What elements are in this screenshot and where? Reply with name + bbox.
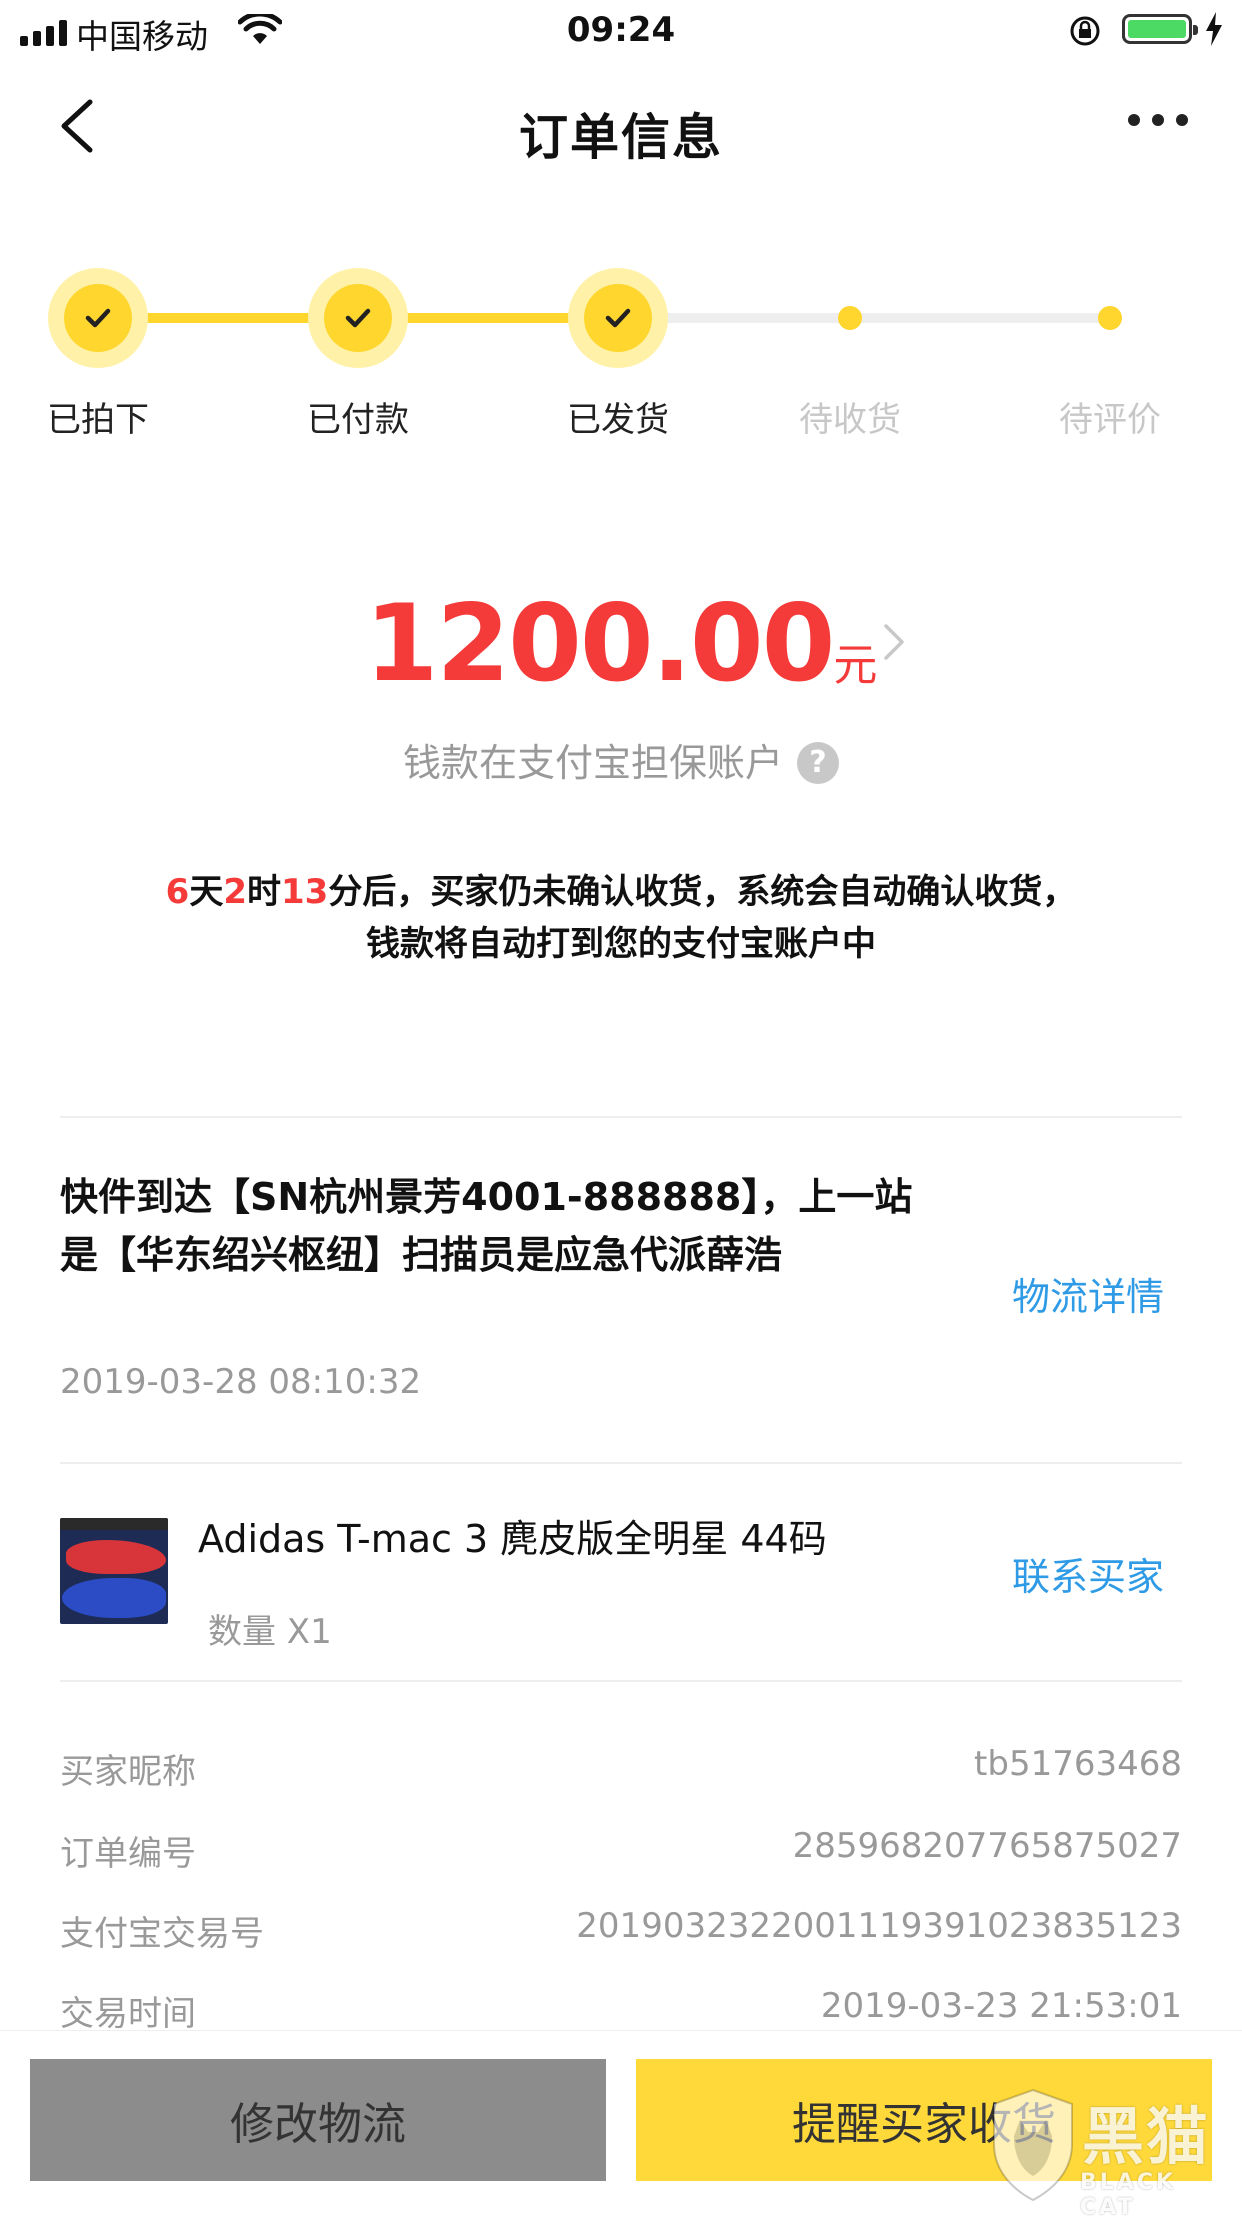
- cat-shield-icon: [993, 2088, 1073, 2202]
- step-label-paid: 已付款: [307, 400, 409, 440]
- step-1-check-icon: [48, 268, 148, 368]
- countdown-hours: 2: [223, 872, 247, 912]
- divider: [60, 1116, 1182, 1118]
- countdown-line-2: 钱款将自动打到您的支付宝账户中: [366, 924, 876, 964]
- order-progress-steps: 已拍下 已付款 已发货 待收货 待评价: [0, 262, 1242, 462]
- clock-time: 09:24: [566, 10, 676, 50]
- page-title: 订单信息: [518, 109, 723, 166]
- status-bar: 中国移动 09:24: [0, 0, 1242, 62]
- info-key: 支付宝交易号: [60, 1914, 264, 1954]
- escrow-note: 钱款在支付宝担保账户?: [0, 732, 1242, 787]
- escrow-note-text: 钱款在支付宝担保账户: [402, 741, 783, 785]
- auto-confirm-countdown: 6天2时13分后，买家仍未确认收货，系统会自动确认收货， 钱款将自动打到您的支付…: [0, 866, 1242, 970]
- nav-bar: 订单信息: [0, 62, 1242, 192]
- modify-logistics-button[interactable]: 修改物流: [30, 2059, 606, 2181]
- step-3-check-icon: [568, 268, 668, 368]
- watermark-subtext: BLACK CAT: [1080, 2170, 1177, 2220]
- info-key: 订单编号: [60, 1834, 196, 1874]
- step-5-dot: [1098, 306, 1122, 330]
- countdown-days: 6: [165, 872, 190, 912]
- watermark-logo: 黑猫 BLACK CAT: [990, 2086, 1230, 2220]
- step-label-ordered: 已拍下: [47, 400, 149, 440]
- countdown-rest: 分后，买家仍未确认收货，系统会自动确认收货，: [328, 872, 1077, 912]
- info-value: 285968207765875027: [792, 1826, 1182, 1866]
- amount-unit: 元: [833, 640, 878, 691]
- divider: [60, 1462, 1182, 1464]
- info-key: 交易时间: [60, 1994, 196, 2034]
- logistics-status-text: 快件到达【SN杭州景芳4001-888888】，上一站是【华东绍兴枢纽】扫描员是…: [60, 1175, 913, 1277]
- step-4-dot: [838, 306, 862, 330]
- countdown-days-unit: 天: [189, 872, 224, 912]
- info-key: 买家昵称: [60, 1752, 196, 1792]
- countdown-hours-unit: 时: [247, 872, 281, 912]
- info-value: 2019-03-23 21:53:01: [820, 1986, 1182, 2026]
- watermark-text: 黑猫: [1082, 2100, 1211, 2173]
- battery-icon: [1122, 14, 1198, 44]
- info-value: tb51763468: [974, 1744, 1182, 1784]
- product-name[interactable]: Adidas T-mac 3 麂皮版全明星 44码: [198, 1508, 827, 1563]
- step-2-check-icon: [308, 268, 408, 368]
- step-label-shipped: 已发货: [567, 400, 669, 440]
- info-value: 2019032322001119391023835123: [576, 1906, 1182, 1946]
- logistics-detail-link[interactable]: 物流详情: [1012, 1266, 1164, 1321]
- help-icon[interactable]: ?: [797, 742, 839, 784]
- amount-value: 1200.00: [364, 582, 836, 705]
- contact-buyer-link[interactable]: 联系买家: [1012, 1546, 1164, 1601]
- logistics-timestamp: 2019-03-28 08:10:32: [60, 1362, 422, 1402]
- order-amount[interactable]: 1200.00元: [0, 582, 1242, 705]
- product-thumbnail[interactable]: [60, 1518, 168, 1624]
- countdown-line-1: 6天2时13分后，买家仍未确认收货，系统会自动确认收货，: [0, 866, 1242, 918]
- progress-line-pending: [618, 313, 1118, 323]
- divider: [60, 1680, 1182, 1682]
- step-label-awaiting-review: 待评价: [1059, 400, 1161, 440]
- chevron-right-icon[interactable]: [882, 622, 906, 662]
- charging-bolt-icon: [1206, 12, 1222, 46]
- step-label-awaiting-receipt: 待收货: [799, 400, 901, 440]
- rotation-lock-icon: [1070, 16, 1100, 46]
- countdown-minutes: 13: [281, 872, 329, 912]
- more-menu-icon[interactable]: [1128, 114, 1188, 126]
- product-quantity: 数量 X1: [208, 1612, 332, 1652]
